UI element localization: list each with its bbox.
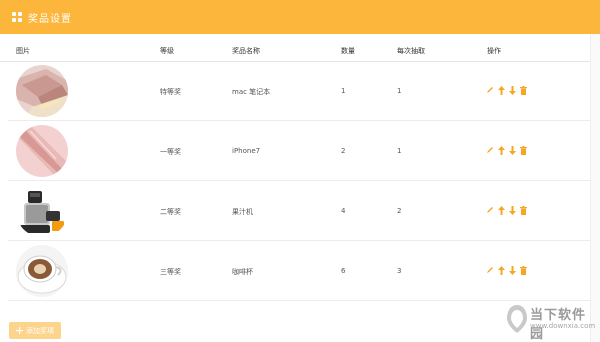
table-row: 特等奖 mac 笔记本 1 1 bbox=[8, 61, 590, 121]
edit-icon[interactable] bbox=[486, 205, 494, 215]
table-row: 一等奖 iPhone7 2 1 bbox=[8, 121, 590, 181]
prize-level: 三等奖 bbox=[160, 268, 181, 276]
add-prize-button[interactable]: 添加奖项 bbox=[9, 322, 61, 339]
prize-image-laptop bbox=[16, 65, 68, 117]
prize-quantity: 1 bbox=[341, 87, 346, 95]
watermark-icon bbox=[507, 305, 527, 333]
watermark-logo: 当下软件园 www.downxia.com bbox=[504, 300, 596, 342]
panel-title: 奖品设置 bbox=[28, 13, 72, 25]
prize-quantity: 6 bbox=[341, 267, 346, 275]
add-prize-label: 添加奖项 bbox=[26, 326, 54, 335]
table-header: 图片 等级 奖品名称 数量 每次抽取 操作 bbox=[0, 40, 590, 62]
move-up-icon[interactable] bbox=[497, 205, 505, 215]
grid-icon bbox=[12, 12, 22, 22]
prize-per-draw: 2 bbox=[397, 207, 402, 215]
table-row: 三等奖 咖啡杯 6 3 bbox=[8, 241, 590, 301]
watermark-url: www.downxia.com bbox=[530, 322, 596, 330]
delete-icon[interactable] bbox=[519, 205, 527, 215]
column-header-quantity: 数量 bbox=[341, 47, 355, 55]
delete-icon[interactable] bbox=[519, 265, 527, 275]
prize-per-draw: 1 bbox=[397, 87, 402, 95]
prize-level: 一等奖 bbox=[160, 148, 181, 156]
column-header-level: 等级 bbox=[160, 47, 174, 55]
edit-icon[interactable] bbox=[486, 145, 494, 155]
row-actions bbox=[486, 145, 527, 155]
move-up-icon[interactable] bbox=[497, 85, 505, 95]
prize-per-draw: 3 bbox=[397, 267, 402, 275]
move-down-icon[interactable] bbox=[508, 85, 516, 95]
delete-icon[interactable] bbox=[519, 85, 527, 95]
prize-level: 特等奖 bbox=[160, 88, 181, 96]
column-header-image: 图片 bbox=[16, 47, 30, 55]
prize-image-coffee-cup bbox=[16, 245, 68, 297]
row-actions bbox=[486, 265, 527, 275]
prize-name: mac 笔记本 bbox=[232, 88, 271, 96]
prize-quantity: 2 bbox=[341, 147, 346, 155]
right-edge bbox=[590, 34, 600, 342]
plus-icon bbox=[16, 327, 23, 334]
column-header-actions: 操作 bbox=[487, 47, 501, 55]
prize-name: 果汁机 bbox=[232, 208, 253, 216]
prize-name: iPhone7 bbox=[232, 147, 261, 155]
prize-quantity: 4 bbox=[341, 207, 346, 215]
move-down-icon[interactable] bbox=[508, 265, 516, 275]
panel-header: 奖品设置 bbox=[0, 0, 600, 34]
move-down-icon[interactable] bbox=[508, 205, 516, 215]
prize-per-draw: 1 bbox=[397, 147, 402, 155]
column-header-per-draw: 每次抽取 bbox=[397, 47, 425, 55]
move-up-icon[interactable] bbox=[497, 265, 505, 275]
move-down-icon[interactable] bbox=[508, 145, 516, 155]
prize-image-juicer bbox=[16, 185, 68, 237]
edit-icon[interactable] bbox=[486, 265, 494, 275]
table-row: 二等奖 果汁机 4 2 bbox=[8, 181, 590, 241]
prize-level: 二等奖 bbox=[160, 208, 181, 216]
row-actions bbox=[486, 85, 527, 95]
move-up-icon[interactable] bbox=[497, 145, 505, 155]
row-actions bbox=[486, 205, 527, 215]
column-header-name: 奖品名称 bbox=[232, 47, 260, 55]
prize-image-phone bbox=[16, 125, 68, 177]
prize-name: 咖啡杯 bbox=[232, 268, 253, 276]
edit-icon[interactable] bbox=[486, 85, 494, 95]
delete-icon[interactable] bbox=[519, 145, 527, 155]
